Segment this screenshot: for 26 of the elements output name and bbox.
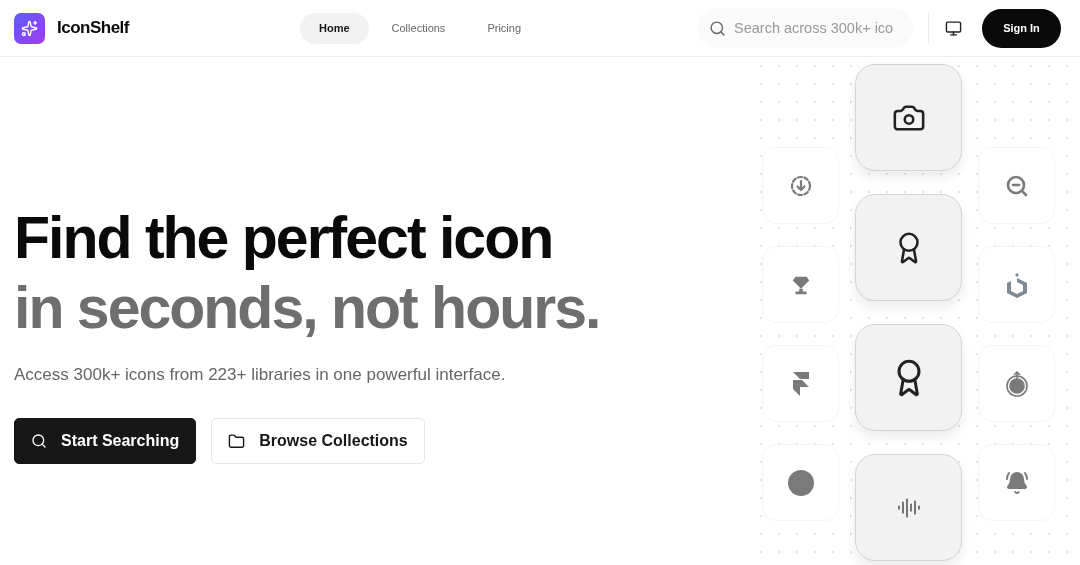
download-circle-icon (788, 173, 813, 198)
nav-tab[interactable]: Pricing (468, 12, 540, 44)
brand-name[interactable]: IconShelf (57, 18, 129, 38)
icon-tile[interactable] (855, 64, 962, 171)
cube-icon (1004, 271, 1029, 298)
start-searching-button[interactable]: Start Searching (14, 418, 197, 464)
icon-tile[interactable] (855, 324, 962, 431)
zoom-out-icon (1004, 173, 1029, 198)
folder-icon (228, 432, 246, 450)
search-icon (31, 433, 47, 449)
headline: in seconds, not hours. (14, 274, 601, 343)
search-field[interactable]: Search across 300k+ ico (697, 8, 913, 48)
search-icon (709, 20, 726, 37)
headline: Find the perfect icon (14, 204, 554, 273)
coin-icon (787, 469, 814, 496)
browse-collections-button[interactable]: Browse Collections (211, 418, 425, 464)
subtitle: Access 300k+ icons from 223+ libraries in one powerful interface. (14, 365, 507, 385)
sparkle-logo-icon[interactable] (14, 12, 45, 44)
bell-ring-icon (1004, 470, 1029, 495)
power-icon (1004, 370, 1029, 397)
nav-tab[interactable]: Home (300, 12, 369, 44)
icon-tile[interactable] (855, 194, 962, 301)
monitor-icon[interactable] (945, 19, 962, 37)
nav-tab[interactable]: Collections (372, 12, 465, 44)
sign-in-button[interactable]: Sign In (982, 8, 1061, 48)
icon-tile[interactable] (855, 454, 962, 561)
